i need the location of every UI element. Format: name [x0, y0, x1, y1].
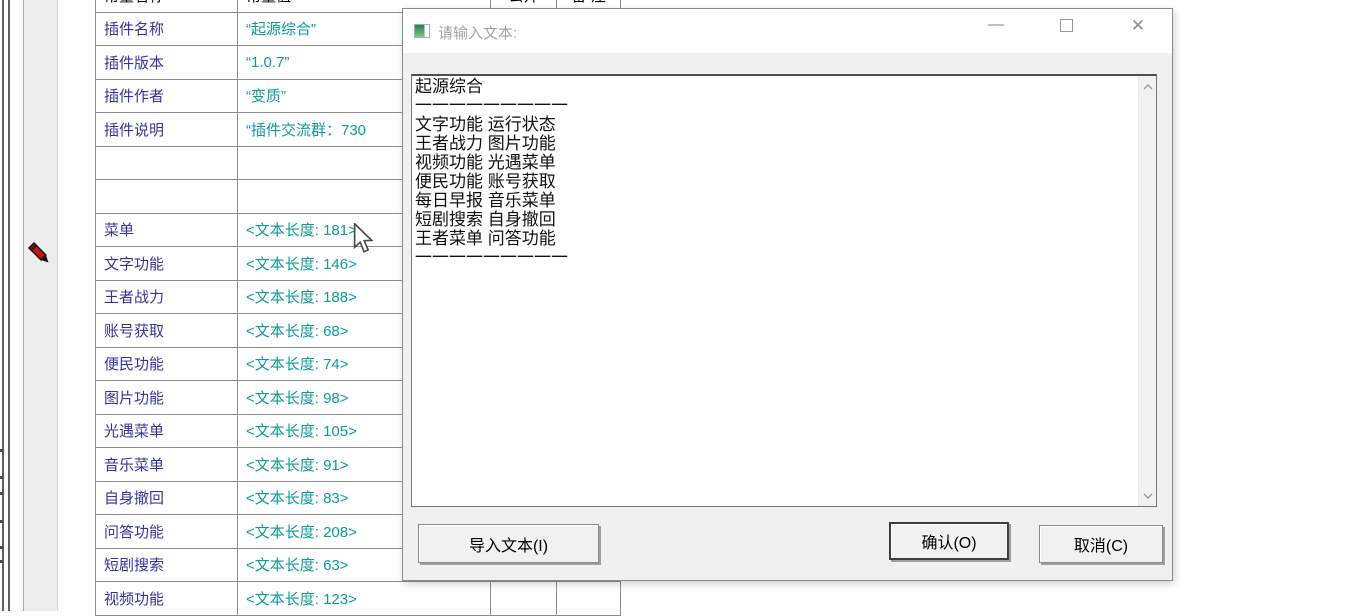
minimize-button[interactable]: —	[973, 9, 1019, 41]
close-button[interactable]: ✕	[1115, 9, 1161, 41]
constant-name-cell[interactable]: 文字功能	[96, 247, 238, 281]
clipped-text-mark	[0, 492, 3, 495]
confirm-button[interactable]: 确认(O)	[889, 522, 1009, 560]
constant-remark-cell[interactable]	[557, 582, 621, 616]
table-row: 视频功能 <文本长度: 123>	[96, 582, 621, 616]
constant-name-cell[interactable]: 王者战力	[96, 281, 238, 315]
clipped-text-mark	[0, 560, 3, 563]
panel-edge-line	[8, 0, 10, 611]
input-text-dialog: 请输入文本: — ✕ 起源综合 一一一一一一一一一 文字功能 运行状态 王者战力…	[402, 8, 1173, 581]
mouse-cursor	[353, 223, 378, 256]
constant-name-cell[interactable]: 图片功能	[96, 381, 238, 415]
constant-name-cell[interactable]: 视频功能	[96, 582, 238, 616]
clipped-text-mark	[0, 449, 3, 452]
constant-name-cell[interactable]: 便民功能	[96, 348, 238, 382]
constant-name-cell[interactable]: 插件作者	[96, 80, 238, 114]
dialog-window-icon	[414, 24, 430, 38]
maximize-icon	[1060, 19, 1073, 32]
text-input-content[interactable]: 起源综合 一一一一一一一一一 文字功能 运行状态 王者战力 图片功能 视频功能 …	[415, 77, 1136, 505]
constant-name-cell[interactable]	[96, 180, 238, 214]
text-input-area[interactable]: 起源综合 一一一一一一一一一 文字功能 运行状态 王者战力 图片功能 视频功能 …	[411, 74, 1157, 507]
edit-pen-icon	[26, 241, 54, 269]
constant-name-cell[interactable]: 账号获取	[96, 314, 238, 348]
scroll-up-icon[interactable]	[1139, 78, 1156, 95]
table-gutter	[24, 0, 58, 611]
header-constant-name: 常量名称	[96, 0, 238, 13]
constant-name-cell[interactable]: 短剧搜索	[96, 549, 238, 583]
constant-name-cell[interactable]: 插件版本	[96, 46, 238, 80]
clipped-text-mark	[0, 520, 3, 523]
constant-public-cell[interactable]	[491, 582, 557, 616]
constant-name-cell[interactable]: 自身撤回	[96, 482, 238, 516]
constant-value-cell[interactable]: <文本长度: 123>	[238, 582, 491, 616]
constant-name-cell[interactable]: 插件名称	[96, 13, 238, 47]
constant-name-cell[interactable]: 光遇菜单	[96, 415, 238, 449]
constant-name-cell[interactable]: 菜单	[96, 214, 238, 248]
vertical-scrollbar[interactable]	[1138, 76, 1156, 506]
constant-name-cell[interactable]: 插件说明	[96, 113, 238, 147]
cancel-button[interactable]: 取消(C)	[1039, 525, 1163, 563]
clipped-text-mark	[0, 546, 3, 549]
clipped-text-mark	[0, 476, 3, 479]
maximize-button[interactable]	[1043, 9, 1089, 41]
scroll-down-icon[interactable]	[1139, 487, 1156, 504]
constant-name-cell[interactable]: 问答功能	[96, 515, 238, 549]
constant-name-cell[interactable]	[96, 147, 238, 181]
dialog-title: 请输入文本:	[438, 22, 517, 43]
import-text-button[interactable]: 导入文本(I)	[418, 524, 599, 563]
dialog-titlebar[interactable]: 请输入文本: — ✕	[403, 9, 1172, 53]
constant-name-cell[interactable]: 音乐菜单	[96, 448, 238, 482]
